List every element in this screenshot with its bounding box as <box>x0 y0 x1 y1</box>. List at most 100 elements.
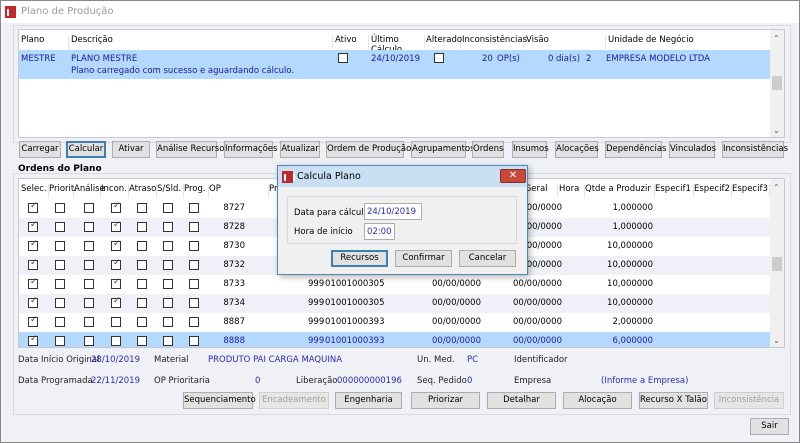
order-row[interactable]: 8887 99901001000393 00/00/0000 00/00/0000 2,… <box>19 313 770 332</box>
detalhar-button[interactable]: Detalhar <box>487 392 556 409</box>
col-unidade-negocio[interactable]: Unidade de Negócio <box>608 35 768 49</box>
ssld-checkbox[interactable] <box>163 260 173 270</box>
recursos-button[interactable]: Recursos <box>331 250 388 267</box>
atraso-checkbox[interactable] <box>137 298 147 308</box>
atraso-checkbox[interactable] <box>137 260 147 270</box>
analise-checkbox[interactable] <box>84 336 94 346</box>
prog-checkbox[interactable] <box>189 222 199 232</box>
incon-checkbox[interactable] <box>111 239 121 251</box>
incon-checkbox[interactable] <box>111 258 121 270</box>
analise-checkbox[interactable] <box>84 222 94 232</box>
col-selec[interactable]: Selec. <box>21 184 49 198</box>
incon-checkbox[interactable] <box>111 336 121 346</box>
priorizar-button[interactable]: Priorizar <box>411 392 480 409</box>
agrupamentos-button[interactable]: Agrupamentos <box>411 141 475 158</box>
prog-checkbox[interactable] <box>189 260 199 270</box>
col-especif1[interactable]: Especif1 <box>655 184 694 198</box>
order-row[interactable]: 8734 99901001000305 00/00/0000 00/00/0000 10… <box>19 294 770 313</box>
inconsistencias-button[interactable]: Inconsistências <box>722 141 788 158</box>
selec-checkbox[interactable] <box>28 277 38 289</box>
col-descricao[interactable]: Descrição <box>71 35 333 49</box>
priorit-checkbox[interactable] <box>55 260 65 270</box>
col-qtde-a-produzir[interactable]: Qtde a Produzir <box>585 184 655 198</box>
empresa-value[interactable]: (Informe a Empresa) <box>601 376 688 386</box>
order-row[interactable]: 8888 99901001000393 00/00/0000 00/00/0000 6,… <box>19 332 770 347</box>
atraso-checkbox[interactable] <box>137 317 147 327</box>
atualizar-button[interactable]: Atualizar <box>280 141 320 158</box>
prog-checkbox[interactable] <box>189 279 199 289</box>
ativar-button[interactable]: Ativar <box>112 141 150 158</box>
analise-checkbox[interactable] <box>84 260 94 270</box>
plan-row-mestre[interactable]: MESTRE PLANO MESTRE Plano carregado com … <box>19 50 770 79</box>
ssld-checkbox[interactable] <box>163 317 173 327</box>
scroll-down-icon[interactable]: ⌄ <box>773 126 780 135</box>
priorit-checkbox[interactable] <box>55 241 65 251</box>
atraso-checkbox[interactable] <box>137 203 147 213</box>
col-priorit[interactable]: Priorit. <box>49 184 77 198</box>
col-inconsistencias[interactable]: Inconsistências <box>462 35 527 49</box>
atraso-checkbox[interactable] <box>137 336 147 346</box>
selec-checkbox[interactable] <box>28 258 38 270</box>
sair-button[interactable]: Sair <box>750 418 789 435</box>
inconsistencia-button[interactable]: Inconsistência <box>714 392 784 409</box>
selec-checkbox[interactable] <box>28 201 38 213</box>
priorit-checkbox[interactable] <box>55 222 65 232</box>
scroll-down-icon[interactable]: ⌄ <box>773 336 780 345</box>
col-especif2[interactable]: Especif2 <box>694 184 732 198</box>
scroll-thumb[interactable] <box>772 76 782 90</box>
prog-checkbox[interactable] <box>189 336 199 346</box>
incon-checkbox[interactable] <box>111 220 121 232</box>
col-ultimo-calculo[interactable]: Último Cálculo <box>371 35 425 55</box>
priorit-checkbox[interactable] <box>55 279 65 289</box>
selec-checkbox[interactable] <box>28 220 38 232</box>
col-plano[interactable]: Plano <box>21 35 69 49</box>
col-especif3[interactable]: Especif3 <box>732 184 770 198</box>
vinculados-button[interactable]: Vinculados <box>669 141 716 158</box>
col-prog[interactable]: Prog. <box>184 184 209 198</box>
selec-checkbox[interactable] <box>28 239 38 251</box>
hora-inicio-input[interactable]: 02:00 <box>364 223 395 240</box>
selec-checkbox[interactable] <box>28 296 38 308</box>
priorit-checkbox[interactable] <box>55 317 65 327</box>
col-analise[interactable]: Análise <box>74 184 105 198</box>
alterado-checkbox[interactable] <box>434 53 444 63</box>
incon-checkbox[interactable] <box>111 277 121 289</box>
confirmar-button[interactable]: Confirmar <box>395 250 452 267</box>
incon-checkbox[interactable] <box>111 296 121 308</box>
analise-checkbox[interactable] <box>84 203 94 213</box>
col-s-sld[interactable]: S/Sld. <box>157 184 184 198</box>
priorit-checkbox[interactable] <box>55 336 65 346</box>
atraso-checkbox[interactable] <box>137 279 147 289</box>
analise-checkbox[interactable] <box>84 317 94 327</box>
analise-checkbox[interactable] <box>84 241 94 251</box>
incon-checkbox[interactable] <box>111 201 121 213</box>
col-visao[interactable]: Visão <box>526 35 606 49</box>
ssld-checkbox[interactable] <box>163 279 173 289</box>
ordem-de-producao-button[interactable]: Ordem de Produção <box>326 141 411 158</box>
sequenciamento-button[interactable]: Sequenciamento <box>183 392 256 409</box>
selec-checkbox[interactable] <box>28 315 38 327</box>
prog-checkbox[interactable] <box>189 298 199 308</box>
incon-checkbox[interactable] <box>111 317 121 327</box>
plans-scrollbar[interactable]: ⌃ ⌄ <box>770 30 784 137</box>
col-atraso[interactable]: Atraso <box>129 184 157 198</box>
informacoes-button[interactable]: Informações <box>224 141 277 158</box>
analise-checkbox[interactable] <box>84 298 94 308</box>
orders-scrollbar[interactable]: ⌃ ⌄ <box>770 179 784 347</box>
data-calculo-input[interactable]: 24/10/2019 <box>364 203 422 220</box>
calcular-button[interactable]: Calcular <box>66 141 106 158</box>
dependencias-button[interactable]: Dependências <box>605 141 666 158</box>
analise-checkbox[interactable] <box>84 279 94 289</box>
cancelar-button[interactable]: Cancelar <box>459 250 516 267</box>
atraso-checkbox[interactable] <box>137 241 147 251</box>
col-ativo[interactable]: Ativo <box>335 35 369 49</box>
scroll-thumb[interactable] <box>772 257 782 271</box>
ordens-button[interactable]: Ordens <box>472 141 504 158</box>
close-icon[interactable]: ✕ <box>500 169 526 183</box>
prog-checkbox[interactable] <box>189 203 199 213</box>
scroll-up-icon[interactable]: ⌃ <box>773 183 780 192</box>
engenharia-button[interactable]: Engenharia <box>335 392 402 409</box>
ssld-checkbox[interactable] <box>163 241 173 251</box>
encadeamento-button[interactable]: Encadeamento <box>259 392 329 409</box>
col-alterado[interactable]: Alterado <box>426 35 462 49</box>
